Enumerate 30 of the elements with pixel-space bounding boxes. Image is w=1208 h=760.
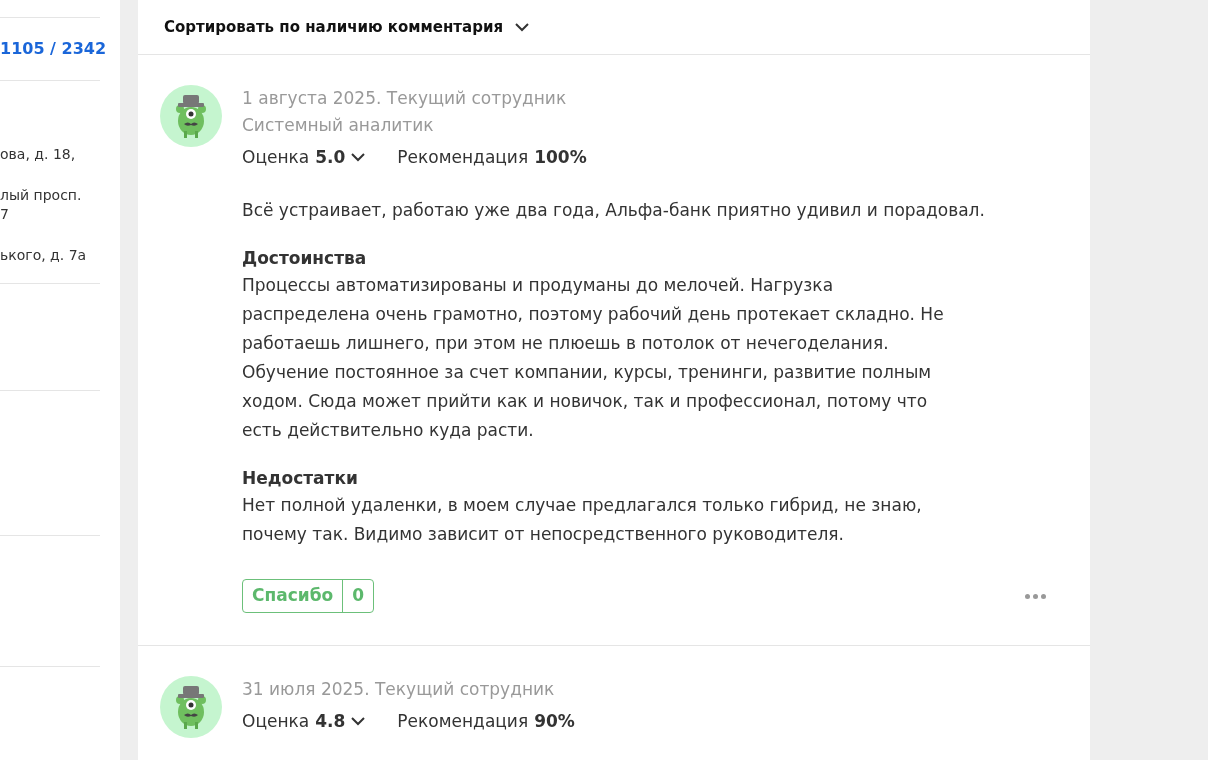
- review-counter[interactable]: 1105 / 2342: [0, 37, 107, 61]
- section-heading: Недостатки: [242, 467, 359, 490]
- office-address: ова, д. 18,: [0, 145, 77, 164]
- section-text: Процессы автоматизированы и продуманы до мелочей. Нагрузка распределена очень грамотно, поэтому рабочий день протекает складно. Не работаешь лишнего, при этом не плюешь в потолок от нечегоделания. Обучение постоянное за счет компании, курсы, тренинги, развитие полным ходом. Сюда может прийти как и новичок, так и профессионал, потому что есть действительно куда расти.: [242, 274, 945, 442]
- section-text: Нет полной удаленки, в моем случае предлагался только гибрид, не знаю, почему так. Видимо зависит от непосредственного руководителя.: [242, 494, 923, 546]
- office-address: ького, д. 7а: [0, 246, 88, 265]
- recommendation-value: 90%: [534, 710, 575, 733]
- job-title: Системный аналитик: [242, 114, 435, 137]
- review-summary: Всё устраивает, работаю уже два года, Альфа-банк приятно удивил и порадовал.: [242, 199, 986, 222]
- sort-dropdown[interactable]: Сортировать по наличию комментария: [164, 15, 530, 39]
- chevron-down-icon: [351, 152, 366, 162]
- rating-label: Оценка: [242, 146, 310, 169]
- monster-avatar-icon: [160, 85, 222, 147]
- chevron-down-icon: [515, 22, 530, 32]
- thanks-label: Спасибо: [251, 584, 335, 608]
- section-heading: Достоинства: [242, 247, 368, 270]
- recommendation-label: Рекомендация: [397, 710, 529, 733]
- chevron-down-icon: [351, 716, 366, 726]
- thanks-count: 0: [342, 580, 374, 612]
- recommendation-value: 100%: [534, 146, 587, 169]
- rating-dropdown[interactable]: Оценка 4.8: [242, 703, 366, 739]
- rating-value: 4.8: [315, 710, 346, 733]
- rating-label: Оценка: [242, 710, 310, 733]
- review-date: 31 июля 2025. Текущий сотрудник: [242, 678, 556, 701]
- rating-dropdown[interactable]: Оценка 5.0: [242, 139, 366, 175]
- recommendation-label: Рекомендация: [397, 146, 529, 169]
- office-address: лый просп. 7: [0, 186, 83, 224]
- review-date: 1 августа 2025. Текущий сотрудник: [242, 87, 568, 110]
- rating-value: 5.0: [315, 146, 346, 169]
- monster-avatar-icon: [160, 676, 222, 738]
